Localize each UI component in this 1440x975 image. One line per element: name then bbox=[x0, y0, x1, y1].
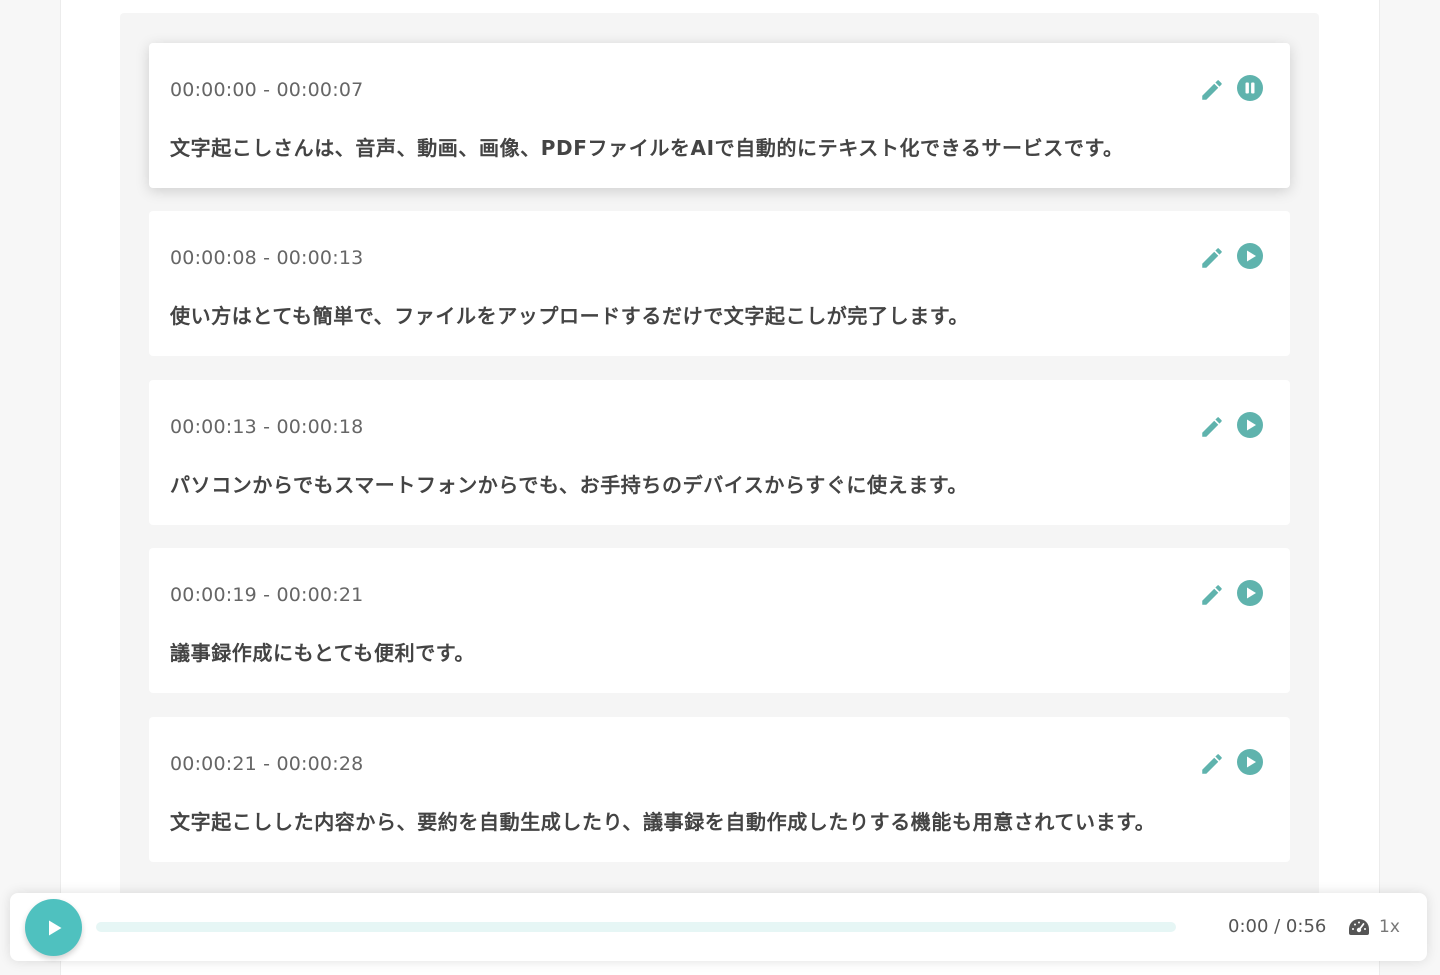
segment-timestamp: 00:00:00 - 00:00:07 bbox=[170, 79, 364, 101]
play-icon[interactable] bbox=[1236, 411, 1264, 439]
pencil-icon[interactable] bbox=[1197, 75, 1227, 105]
pencil-icon[interactable] bbox=[1197, 412, 1227, 442]
pencil-icon[interactable] bbox=[1197, 243, 1227, 273]
pause-icon[interactable] bbox=[1236, 74, 1264, 102]
transcript-segment: 00:00:21 - 00:00:28 文字起こしした内容から、要約を自動生成し… bbox=[149, 717, 1290, 862]
pencil-icon[interactable] bbox=[1197, 580, 1227, 610]
playback-speed-control[interactable]: 1x bbox=[1348, 917, 1400, 937]
play-button[interactable] bbox=[25, 899, 82, 956]
transcript-segment: 00:00:19 - 00:00:21 議事録作成にもとても便利です。 bbox=[149, 548, 1290, 693]
progress-bar[interactable] bbox=[96, 922, 1176, 932]
transcript-segment: 00:00:00 - 00:00:07 文字起こしさんは、音声、動画、画像、PD… bbox=[149, 43, 1290, 188]
time-display: 0:00 / 0:56 bbox=[1228, 916, 1327, 937]
transcript-segment: 00:00:13 - 00:00:18 パソコンからでもスマートフォンからでも、… bbox=[149, 380, 1290, 525]
play-icon[interactable] bbox=[1236, 748, 1264, 776]
segment-timestamp: 00:00:08 - 00:00:13 bbox=[170, 247, 364, 269]
audio-player: 0:00 / 0:56 1x bbox=[10, 893, 1427, 961]
segment-text: 文字起こしさんは、音声、動画、画像、PDFファイルをAIで自動的にテキスト化でき… bbox=[170, 136, 1124, 160]
segment-timestamp: 00:00:13 - 00:00:18 bbox=[170, 416, 364, 438]
segment-timestamp: 00:00:19 - 00:00:21 bbox=[170, 584, 364, 606]
segment-text: 使い方はとても簡単で、ファイルをアップロードするだけで文字起こしが完了します。 bbox=[170, 304, 969, 328]
play-icon bbox=[48, 920, 61, 935]
pencil-icon[interactable] bbox=[1197, 749, 1227, 779]
segment-text: 議事録作成にもとても便利です。 bbox=[170, 641, 475, 665]
play-icon[interactable] bbox=[1236, 242, 1264, 270]
play-icon[interactable] bbox=[1236, 579, 1264, 607]
segment-text: 文字起こしした内容から、要約を自動生成したり、議事録を自動作成したりする機能も用… bbox=[170, 810, 1156, 834]
speedometer-icon bbox=[1349, 919, 1369, 935]
segment-text: パソコンからでもスマートフォンからでも、お手持ちのデバイスからすぐに使えます。 bbox=[170, 473, 968, 497]
speed-label: 1x bbox=[1379, 917, 1400, 937]
transcript-segment: 00:00:08 - 00:00:13 使い方はとても簡単で、ファイルをアップロ… bbox=[149, 211, 1290, 356]
segment-timestamp: 00:00:21 - 00:00:28 bbox=[170, 753, 364, 775]
